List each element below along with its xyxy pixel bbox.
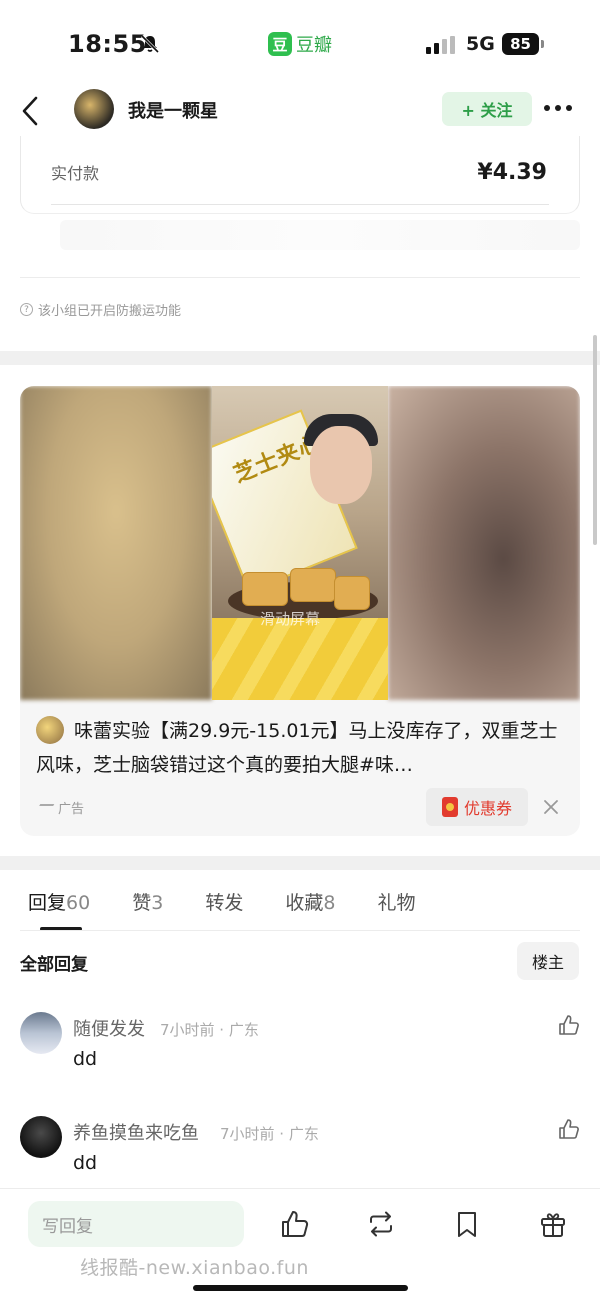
- section-separator: [0, 351, 600, 365]
- ad-blur-background: [388, 386, 580, 700]
- thumbs-up-icon[interactable]: [558, 1014, 580, 1036]
- ad-tag-label: 广告: [58, 802, 85, 817]
- tab-likes[interactable]: 赞3: [132, 888, 163, 915]
- biscuit-shape: [242, 572, 288, 606]
- advertiser-avatar: [36, 716, 64, 744]
- ad-media[interactable]: 芝士夹心饼 滑动屏幕: [20, 386, 580, 700]
- biscuit-shape: [334, 576, 370, 610]
- help-circle-icon: ?: [20, 303, 33, 316]
- tab-gifts[interactable]: 礼物: [377, 888, 415, 915]
- status-bar: 18:55 豆 豆瓣 5G 85: [0, 0, 600, 86]
- commenter-name[interactable]: 随便发发: [73, 1015, 145, 1041]
- ad-mark-icon: [35, 803, 55, 812]
- faded-content: [60, 220, 580, 250]
- thumbs-up-icon[interactable]: [558, 1118, 580, 1140]
- biscuit-shape: [290, 568, 336, 602]
- product-packs: [212, 618, 388, 700]
- reply-tabs: 回复60 赞3 转发 收藏8 礼物: [28, 888, 457, 915]
- douban-logo-icon: 豆: [268, 32, 292, 56]
- bookmark-icon[interactable]: [452, 1209, 482, 1239]
- bell-muted-icon: [140, 34, 160, 54]
- comment-item[interactable]: 随便发发 7小时前 · 广东 dd: [20, 1012, 580, 1092]
- author-name[interactable]: 我是一颗星: [128, 97, 218, 123]
- like-icon[interactable]: [280, 1209, 310, 1239]
- footer-watermark: 线报酷-new.xianbao.fun: [80, 1257, 309, 1279]
- app-indicator[interactable]: 豆 豆瓣: [268, 31, 332, 57]
- battery-level: 85: [502, 33, 539, 55]
- section-separator: [0, 856, 600, 870]
- red-packet-icon: [441, 797, 458, 817]
- divider: [51, 204, 549, 205]
- order-amount: ¥4.39: [477, 160, 547, 185]
- status-time: 18:55: [68, 30, 147, 58]
- author-avatar[interactable]: [74, 89, 114, 129]
- app-name: 豆瓣: [296, 35, 332, 56]
- coupon-button[interactable]: 优惠券: [426, 788, 528, 826]
- ad-text[interactable]: 味蕾实验【满29.9元-15.01元】马上没库存了，双重芝士风味，芝士脑袋错过这…: [36, 714, 566, 782]
- repost-icon[interactable]: [366, 1209, 396, 1239]
- gift-icon[interactable]: [538, 1209, 568, 1239]
- signal-icon: [426, 36, 455, 54]
- ad-card[interactable]: 芝士夹心饼 滑动屏幕 味蕾实验【满29.9元-15.01元】马上没库存了，双重芝…: [20, 386, 580, 836]
- order-label: 实付款: [51, 164, 100, 183]
- reply-input[interactable]: 写回复: [28, 1201, 244, 1247]
- coupon-label: 优惠券: [463, 799, 512, 818]
- bottom-action-bar: 写回复 线报酷-new.xianbao.fun: [0, 1188, 600, 1303]
- close-icon[interactable]: [542, 798, 560, 816]
- tab-reposts[interactable]: 转发: [205, 888, 243, 915]
- all-replies-label[interactable]: 全部回复: [20, 950, 88, 975]
- comment-body: dd: [73, 1152, 98, 1174]
- follow-button[interactable]: + 关注: [442, 92, 532, 126]
- comment-meta: 7小时前 · 广东: [160, 1021, 259, 1039]
- network-label: 5G: [466, 33, 495, 55]
- battery-icon: 85: [502, 33, 544, 55]
- back-icon[interactable]: [18, 94, 42, 128]
- comment-meta: 7小时前 · 广东: [220, 1125, 319, 1143]
- commenter-name[interactable]: 养鱼摸鱼来吃鱼: [73, 1119, 199, 1145]
- commenter-avatar[interactable]: [20, 1116, 62, 1158]
- op-only-button[interactable]: 楼主: [517, 942, 579, 980]
- more-icon[interactable]: [544, 105, 574, 113]
- comment-item[interactable]: 养鱼摸鱼来吃鱼 7小时前 · 广东 dd: [20, 1116, 580, 1196]
- divider: [20, 277, 580, 278]
- commenter-avatar[interactable]: [20, 1012, 62, 1054]
- order-card: 实付款 ¥4.39: [20, 136, 580, 214]
- ad-tag: 广告: [35, 798, 85, 817]
- ad-product-image[interactable]: 芝士夹心饼 滑动屏幕: [212, 386, 388, 700]
- home-indicator[interactable]: [193, 1285, 408, 1291]
- anti-copy-notice: ? 该小组已开启防搬运功能: [20, 300, 181, 319]
- face-shape: [310, 426, 372, 504]
- comment-body: dd: [73, 1048, 98, 1070]
- nav-bar: 我是一颗星 + 关注: [0, 86, 600, 136]
- swipe-hint: 滑动屏幕: [260, 610, 321, 628]
- tab-collections[interactable]: 收藏8: [285, 888, 335, 915]
- divider: [20, 930, 580, 931]
- scrollbar[interactable]: [593, 335, 597, 545]
- tab-replies[interactable]: 回复60: [28, 888, 90, 915]
- notice-text: 该小组已开启防搬运功能: [38, 304, 182, 319]
- ad-blur-background: [20, 386, 212, 700]
